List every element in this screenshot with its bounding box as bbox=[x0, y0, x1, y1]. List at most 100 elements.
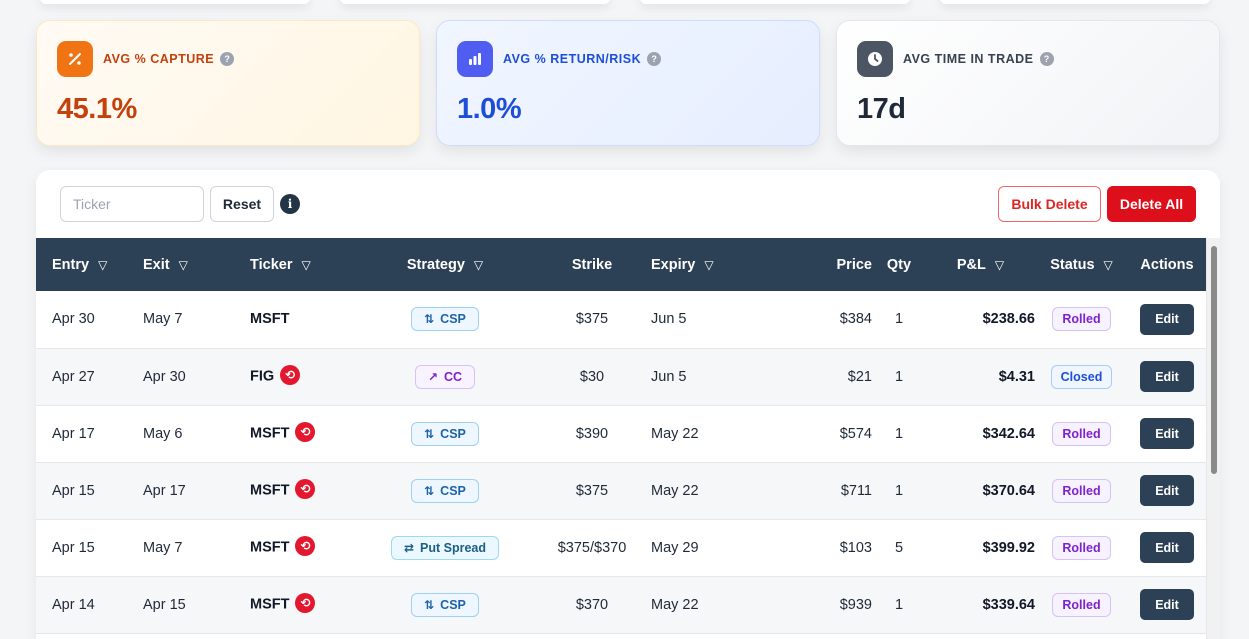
strategy-label: CSP bbox=[440, 426, 466, 441]
rolled-icon[interactable]: ⟲ bbox=[295, 479, 316, 499]
cell-entry: Apr 15 bbox=[52, 539, 95, 556]
help-icon[interactable]: ? bbox=[647, 52, 662, 66]
filter-icon[interactable]: ▽ bbox=[1104, 258, 1113, 272]
info-icon[interactable]: i bbox=[280, 194, 300, 214]
table-toolbar: Reset i Bulk Delete Delete All bbox=[60, 186, 1196, 222]
edit-button[interactable]: Edit bbox=[1140, 589, 1194, 620]
status-badge: Rolled bbox=[1052, 421, 1111, 446]
table-row[interactable]: Apr 27 Apr 30 FIG ⟲ ↗ CC $30 Jun 5 $21 1 $… bbox=[36, 348, 1206, 405]
table-row[interactable]: Apr 30 May 7 MSFT ⇅ CSP $375 Jun 5 $384 1… bbox=[36, 291, 1206, 348]
strategy-label: CC bbox=[444, 369, 463, 384]
ticker-filter-input[interactable] bbox=[60, 186, 204, 222]
cell-qty: 1 bbox=[894, 425, 904, 442]
filter-icon[interactable]: ▽ bbox=[995, 258, 1004, 272]
rolled-icon[interactable]: ⟲ bbox=[295, 536, 316, 556]
column-header-status[interactable]: Status ▽ bbox=[1035, 238, 1128, 291]
cell-qty: 1 bbox=[894, 482, 904, 499]
help-icon[interactable]: ? bbox=[1039, 52, 1054, 66]
edit-button[interactable]: Edit bbox=[1140, 418, 1194, 449]
cell-status: Rolled bbox=[1035, 576, 1128, 633]
filter-icon[interactable]: ▽ bbox=[179, 258, 188, 272]
ticker-label: MSFT bbox=[250, 539, 290, 556]
stat-card-time-in-trade: AVG TIME IN TRADE ? 17d bbox=[836, 20, 1220, 146]
column-header-pnl[interactable]: P&L ▽ bbox=[926, 238, 1035, 291]
strategy-icon: ⇅ bbox=[424, 426, 435, 441]
column-header-strategy[interactable]: Strategy ▽ bbox=[357, 238, 533, 291]
cell-price: $103 bbox=[839, 539, 872, 556]
table-body: Apr 30 May 7 MSFT ⇅ CSP $375 Jun 5 $384 1… bbox=[36, 291, 1206, 633]
cell-ticker: MSFT ⟲ bbox=[250, 576, 357, 633]
column-header-ticker[interactable]: Ticker ▽ bbox=[250, 238, 357, 291]
cell-qty: 5 bbox=[894, 539, 904, 556]
table-row[interactable]: Apr 15 Apr 17 MSFT ⟲ ⇅ CSP $375 May 22 $71… bbox=[36, 462, 1206, 519]
strategy-icon: ⇅ bbox=[424, 312, 435, 327]
filter-icon[interactable]: ▽ bbox=[704, 258, 713, 272]
column-header-entry[interactable]: Entry ▽ bbox=[36, 238, 143, 291]
cell-price: $939 bbox=[839, 596, 872, 613]
bar-chart-icon bbox=[457, 41, 493, 77]
strategy-label: Put Spread bbox=[420, 540, 487, 555]
table-row[interactable]: Apr 14 Apr 15 MSFT ⟲ ⇅ CSP $370 May 22 $93… bbox=[36, 576, 1206, 633]
filter-icon[interactable]: ▽ bbox=[474, 258, 483, 272]
cell-expiry: May 22 bbox=[651, 482, 699, 499]
cell-qty: 1 bbox=[894, 368, 904, 385]
column-header-price: Price bbox=[836, 256, 872, 273]
edit-button[interactable]: Edit bbox=[1140, 532, 1194, 563]
column-header-exit[interactable]: Exit ▽ bbox=[143, 238, 250, 291]
cell-pnl: $238.66 bbox=[982, 311, 1035, 328]
column-header-qty: Qty bbox=[886, 256, 912, 273]
rolled-icon[interactable]: ⟲ bbox=[295, 593, 316, 613]
help-icon[interactable]: ? bbox=[220, 52, 235, 66]
table-row[interactable]: Apr 17 May 6 MSFT ⟲ ⇅ CSP $390 May 22 $574… bbox=[36, 405, 1206, 462]
cell-actions: Edit bbox=[1128, 291, 1206, 348]
edit-button[interactable]: Edit bbox=[1140, 303, 1194, 335]
trades-table-wrap: Entry ▽ Exit ▽ Ticker ▽ Strategy ▽ Strike Ex… bbox=[36, 238, 1206, 634]
filter-icon[interactable]: ▽ bbox=[98, 258, 107, 272]
status-badge: Rolled bbox=[1052, 307, 1111, 332]
strategy-icon: ↗ bbox=[427, 369, 438, 384]
vertical-scrollbar[interactable] bbox=[1206, 238, 1220, 639]
stat-card-capture: AVG % CAPTURE ? 45.1% bbox=[36, 20, 420, 146]
ticker-label: MSFT bbox=[250, 482, 290, 499]
edit-button[interactable]: Edit bbox=[1140, 361, 1194, 392]
edit-button[interactable]: Edit bbox=[1140, 475, 1194, 506]
cell-expiry: May 22 bbox=[651, 425, 699, 442]
cell-expiry: Jun 5 bbox=[651, 368, 687, 385]
filter-icon[interactable]: ▽ bbox=[301, 258, 310, 272]
cell-entry: Apr 14 bbox=[52, 596, 95, 613]
rolled-icon[interactable]: ⟲ bbox=[295, 422, 316, 442]
column-header-expiry[interactable]: Expiry ▽ bbox=[651, 238, 763, 291]
reset-button[interactable]: Reset bbox=[210, 186, 274, 222]
ticker-label: MSFT bbox=[250, 425, 290, 442]
card-above-edge bbox=[340, 0, 610, 4]
cell-entry: Apr 15 bbox=[52, 482, 95, 499]
clock-icon bbox=[857, 41, 893, 77]
stat-value: 1.0% bbox=[457, 93, 522, 125]
strategy-pill: ↗ CC bbox=[414, 364, 476, 389]
cell-qty: 1 bbox=[894, 311, 904, 328]
cell-pnl: $339.64 bbox=[982, 596, 1035, 613]
cell-status: Rolled bbox=[1035, 291, 1128, 348]
cell-actions: Edit bbox=[1128, 519, 1206, 576]
stat-label: AVG % CAPTURE bbox=[103, 52, 215, 66]
stat-value: 45.1% bbox=[57, 93, 137, 125]
status-badge: Rolled bbox=[1052, 478, 1111, 503]
bulk-delete-button[interactable]: Bulk Delete bbox=[998, 186, 1101, 222]
stats-row: AVG % CAPTURE ? 45.1% AVG % RETURN/RISK … bbox=[36, 20, 1220, 146]
cell-price: $21 bbox=[847, 368, 872, 385]
cell-status: Rolled bbox=[1035, 462, 1128, 519]
strategy-pill: ⇅ CSP bbox=[411, 592, 479, 617]
table-row[interactable]: Apr 15 May 7 MSFT ⟲ ⇄ Put Spread $375/$370… bbox=[36, 519, 1206, 576]
cell-strike: $375/$370 bbox=[557, 539, 627, 556]
strategy-label: CSP bbox=[440, 483, 466, 498]
status-badge: Rolled bbox=[1052, 592, 1111, 617]
stat-card-return-risk: AVG % RETURN/RISK ? 1.0% bbox=[436, 20, 820, 146]
strategy-pill: ⇅ CSP bbox=[411, 421, 479, 446]
cell-pnl: $342.64 bbox=[982, 425, 1035, 442]
scrollbar-thumb[interactable] bbox=[1211, 246, 1217, 474]
delete-all-button[interactable]: Delete All bbox=[1107, 186, 1196, 222]
cell-actions: Edit bbox=[1128, 405, 1206, 462]
rolled-icon[interactable]: ⟲ bbox=[280, 365, 301, 385]
cell-status: Rolled bbox=[1035, 519, 1128, 576]
cell-strategy: ⇅ CSP bbox=[357, 576, 533, 633]
